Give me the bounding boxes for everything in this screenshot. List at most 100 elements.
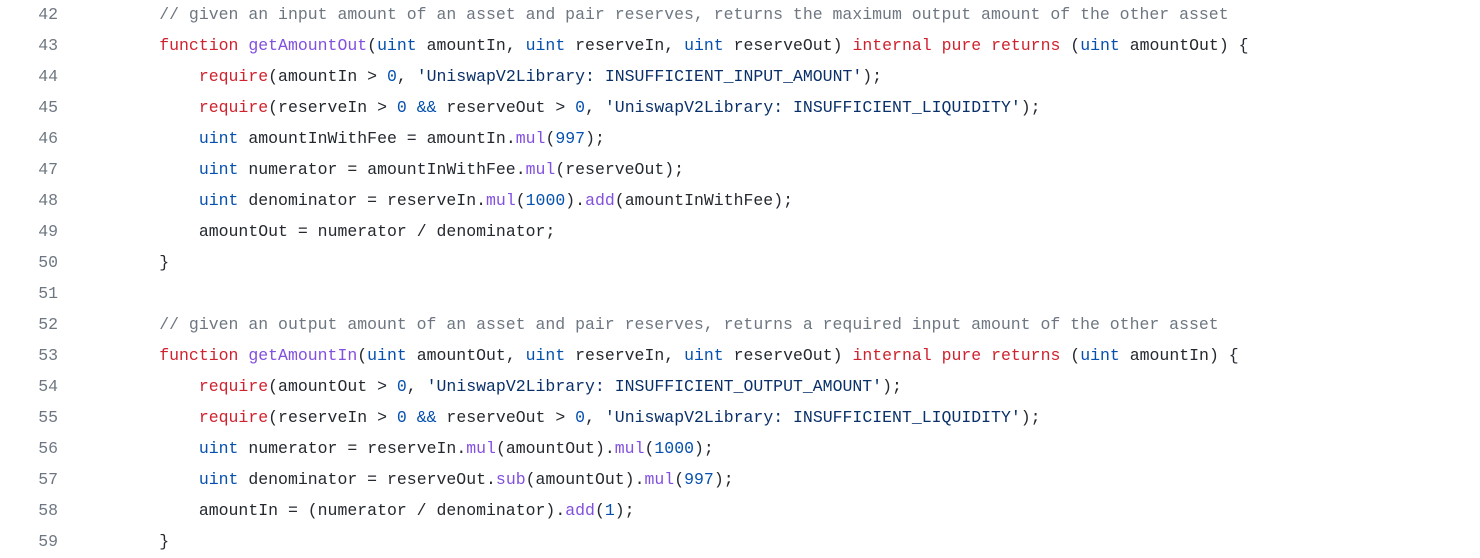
code-line[interactable]: // given an output amount of an asset an… (80, 310, 1480, 341)
code-line[interactable]: amountOut = numerator / denominator; (80, 217, 1480, 248)
token-punct: , (397, 67, 417, 86)
code-content[interactable]: // given an input amount of an asset and… (80, 0, 1480, 558)
token-punct: ( (526, 470, 536, 489)
token-punct: = (357, 470, 387, 489)
token-fname: mul (516, 129, 546, 148)
line-number: 42 (0, 0, 58, 31)
token-number: 1000 (526, 191, 566, 210)
token-punct (437, 98, 447, 117)
code-line[interactable]: require(reserveIn > 0 && reserveOut > 0,… (80, 93, 1480, 124)
code-line[interactable]: uint denominator = reserveIn.mul(1000).a… (80, 186, 1480, 217)
code-line[interactable]: uint denominator = reserveOut.sub(amount… (80, 465, 1480, 496)
token-ident: reserveOut (734, 346, 833, 365)
token-punct: , (664, 36, 684, 55)
token-type: uint (684, 36, 724, 55)
token-fname: add (585, 191, 615, 210)
code-line[interactable]: } (80, 248, 1480, 279)
token-punct (238, 36, 248, 55)
line-number: 47 (0, 155, 58, 186)
token-punct: . (506, 129, 516, 148)
token-ident: amountInWithFee (248, 129, 397, 148)
token-fname: add (565, 501, 595, 520)
line-number-gutter: 424344454647484950515253545556575859 (0, 0, 80, 558)
line-number: 50 (0, 248, 58, 279)
token-string: 'UniswapV2Library: INSUFFICIENT_LIQUIDIT… (605, 98, 1021, 117)
token-punct: . (456, 439, 466, 458)
token-ident: amountOut (199, 222, 288, 241)
token-number: 1000 (654, 439, 694, 458)
token-keyword: internal (852, 36, 931, 55)
token-ident: numerator (248, 439, 337, 458)
token-punct (238, 129, 248, 148)
token-punct: = (288, 222, 318, 241)
code-line[interactable] (80, 279, 1480, 310)
code-line[interactable]: // given an input amount of an asset and… (80, 0, 1480, 31)
token-punct: ; (545, 222, 555, 241)
token-punct (407, 346, 417, 365)
token-comment: // given an output amount of an asset an… (159, 315, 1218, 334)
token-fname: mul (466, 439, 496, 458)
line-number: 45 (0, 93, 58, 124)
token-number: 0 (575, 98, 585, 117)
code-line[interactable]: amountIn = (numerator / denominator).add… (80, 496, 1480, 527)
code-line[interactable]: require(amountIn > 0, 'UniswapV2Library:… (80, 62, 1480, 93)
token-ident: amountOut (278, 377, 367, 396)
token-punct: } (159, 253, 169, 272)
token-keyword: function (159, 36, 238, 55)
token-fname: getAmountOut (248, 36, 367, 55)
token-punct: ); (694, 439, 714, 458)
code-line[interactable]: uint numerator = amountInWithFee.mul(res… (80, 155, 1480, 186)
token-punct (238, 439, 248, 458)
token-punct: ) (833, 346, 853, 365)
token-punct: ) { (1219, 36, 1249, 55)
line-number: 52 (0, 310, 58, 341)
token-punct: ); (1021, 98, 1041, 117)
token-punct (981, 346, 991, 365)
token-keyword: returns (991, 36, 1060, 55)
token-fname: mul (486, 191, 516, 210)
token-punct (1120, 346, 1130, 365)
token-punct: ) { (1209, 346, 1239, 365)
code-line[interactable]: } (80, 527, 1480, 558)
code-line[interactable]: require(amountOut > 0, 'UniswapV2Library… (80, 372, 1480, 403)
token-ident: amountOut (536, 470, 625, 489)
token-punct (407, 408, 417, 427)
token-ident: numerator (318, 222, 407, 241)
code-line[interactable]: function getAmountOut(uint amountIn, uin… (80, 31, 1480, 62)
token-punct: , (664, 346, 684, 365)
token-type: uint (199, 160, 239, 179)
token-number: 0 (387, 67, 397, 86)
line-number: 55 (0, 403, 58, 434)
token-ident: denominator (437, 501, 546, 520)
token-punct: ); (615, 501, 635, 520)
token-string: 'UniswapV2Library: INSUFFICIENT_OUTPUT_A… (427, 377, 882, 396)
code-line[interactable]: function getAmountIn(uint amountOut, uin… (80, 341, 1480, 372)
line-number: 44 (0, 62, 58, 93)
token-type: uint (199, 129, 239, 148)
token-comment: // given an input amount of an asset and… (159, 5, 1228, 24)
token-punct (238, 160, 248, 179)
token-type: uint (199, 191, 239, 210)
token-punct: ); (882, 377, 902, 396)
token-number: 0 (397, 377, 407, 396)
token-punct (1120, 36, 1130, 55)
token-punct (565, 346, 575, 365)
token-ident: amountOut (506, 439, 595, 458)
token-punct: . (486, 470, 496, 489)
token-ident: amountInWithFee (367, 160, 516, 179)
code-line[interactable]: uint numerator = reserveIn.mul(amountOut… (80, 434, 1480, 465)
token-op: && (417, 408, 437, 427)
token-punct (407, 98, 417, 117)
token-punct: = (357, 191, 387, 210)
line-number: 56 (0, 434, 58, 465)
line-number: 43 (0, 31, 58, 62)
token-type: uint (526, 36, 566, 55)
token-type: uint (1080, 36, 1120, 55)
code-line[interactable]: uint amountInWithFee = amountIn.mul(997)… (80, 124, 1480, 155)
token-ident: reserveIn (278, 408, 367, 427)
token-keyword: pure (942, 346, 982, 365)
token-number: 997 (555, 129, 585, 148)
code-line[interactable]: require(reserveIn > 0 && reserveOut > 0,… (80, 403, 1480, 434)
token-punct (932, 36, 942, 55)
line-number: 59 (0, 527, 58, 558)
